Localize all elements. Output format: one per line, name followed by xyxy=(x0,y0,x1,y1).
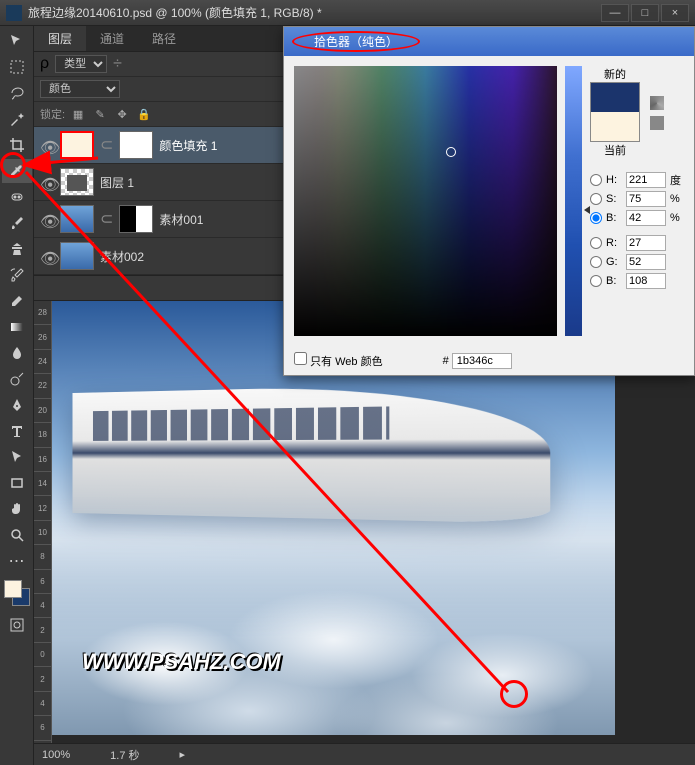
layer-thumbnail[interactable] xyxy=(60,205,94,233)
document-title: 旅程边缘20140610.psd @ 100% (颜色填充 1, RGB/8) … xyxy=(28,4,601,21)
color-field[interactable] xyxy=(294,66,557,336)
brush-tool[interactable] xyxy=(2,211,32,235)
current-color-label: 当前 xyxy=(590,142,640,158)
b-input[interactable] xyxy=(626,210,666,226)
hand-tool[interactable] xyxy=(2,497,32,521)
new-color-label: 新的 xyxy=(590,66,640,82)
bl-input[interactable] xyxy=(626,273,666,289)
s-radio[interactable] xyxy=(590,193,602,205)
tab-channels[interactable]: 通道 xyxy=(86,26,138,51)
dodge-tool[interactable] xyxy=(2,367,32,391)
watermark-text: WWW.PSAHZ.COM xyxy=(82,649,281,675)
tab-paths[interactable]: 路径 xyxy=(138,26,190,51)
eraser-tool[interactable] xyxy=(2,289,32,313)
web-only-checkbox-label[interactable]: 只有 Web 颜色 xyxy=(294,352,383,369)
move-tool[interactable] xyxy=(2,29,32,53)
foreground-color-swatch[interactable] xyxy=(4,580,22,598)
bl-radio[interactable] xyxy=(590,275,602,287)
layer-name[interactable]: 素材001 xyxy=(159,211,203,228)
blur-tool[interactable] xyxy=(2,341,32,365)
layer-thumbnail[interactable] xyxy=(60,242,94,270)
titlebar: 旅程边缘20140610.psd @ 100% (颜色填充 1, RGB/8) … xyxy=(0,0,695,26)
layer-thumbnail[interactable] xyxy=(60,131,94,159)
hue-slider[interactable] xyxy=(565,66,583,336)
web-only-checkbox[interactable] xyxy=(294,352,307,365)
zoom-level[interactable]: 100% xyxy=(42,749,70,761)
lasso-tool[interactable] xyxy=(2,81,32,105)
layer-mask-thumbnail[interactable] xyxy=(119,205,153,233)
gamut-warning-icon[interactable] xyxy=(650,96,664,110)
vertical-ruler: 28 26 24 22 20 18 16 14 12 10 8 6 4 2 0 … xyxy=(34,301,52,765)
ps-app-icon xyxy=(6,5,22,21)
pen-tool[interactable] xyxy=(2,393,32,417)
current-color-swatch[interactable] xyxy=(591,112,639,141)
g-radio[interactable] xyxy=(590,256,602,268)
eyedropper-tool[interactable] xyxy=(2,159,32,183)
hex-input[interactable] xyxy=(452,353,512,369)
quick-mask-button[interactable] xyxy=(2,613,32,637)
lock-pixels-icon[interactable]: ✎ xyxy=(91,105,109,123)
gradient-tool[interactable] xyxy=(2,315,32,339)
lock-label: 锁定: xyxy=(40,106,65,122)
maximize-button[interactable]: □ xyxy=(631,4,659,22)
layer-thumbnail[interactable] xyxy=(60,168,94,196)
crop-tool[interactable] xyxy=(2,133,32,157)
h-radio[interactable] xyxy=(590,174,602,186)
zoom-tool[interactable] xyxy=(2,523,32,547)
status-bar: 100% 1.7 秒 ▸ xyxy=(34,743,695,765)
websafe-warning-icon[interactable] xyxy=(650,116,664,130)
clone-stamp-tool[interactable] xyxy=(2,237,32,261)
lock-position-icon[interactable]: ✥ xyxy=(113,105,131,123)
color-swatches[interactable] xyxy=(4,580,30,606)
g-input[interactable] xyxy=(626,254,666,270)
hue-slider-thumb[interactable] xyxy=(584,206,590,214)
rectangle-tool[interactable] xyxy=(2,471,32,495)
new-color-swatch[interactable] xyxy=(591,83,639,112)
visibility-icon[interactable]: 👁 xyxy=(40,212,54,226)
visibility-icon[interactable]: 👁 xyxy=(40,175,54,189)
layer-mask-thumbnail[interactable] xyxy=(119,131,153,159)
s-input[interactable] xyxy=(626,191,666,207)
color-picker-titlebar[interactable]: 拾色器（纯色） xyxy=(284,27,694,56)
status-chevron-icon[interactable]: ▸ xyxy=(180,748,186,761)
spot-heal-tool[interactable] xyxy=(2,185,32,209)
marquee-tool[interactable] xyxy=(2,55,32,79)
color-value-inputs: H: 度 S: % B: % xyxy=(590,172,684,292)
b-radio[interactable] xyxy=(590,212,602,224)
visibility-icon[interactable]: 👁 xyxy=(40,138,54,152)
r-radio[interactable] xyxy=(590,237,602,249)
type-tool[interactable] xyxy=(2,419,32,443)
layer-kind-filter[interactable]: 类型 xyxy=(55,55,107,73)
window-controls: — □ × xyxy=(601,4,689,22)
tab-layers[interactable]: 图层 xyxy=(34,26,86,51)
layer-name[interactable]: 颜色填充 1 xyxy=(159,137,217,154)
color-picker-title: 拾色器（纯色） xyxy=(292,31,420,52)
layer-name[interactable]: 素材002 xyxy=(100,248,144,265)
tools-toolbar: ⋯ xyxy=(0,26,34,765)
color-picker-dialog[interactable]: 拾色器（纯色） 新的 当前 xyxy=(283,26,695,376)
blend-mode-select[interactable]: 颜色 xyxy=(40,80,120,98)
layer-name[interactable]: 图层 1 xyxy=(100,174,134,191)
h-input[interactable] xyxy=(626,172,666,188)
history-brush-tool[interactable] xyxy=(2,263,32,287)
magic-wand-tool[interactable] xyxy=(2,107,32,131)
path-select-tool[interactable] xyxy=(2,445,32,469)
timing-info: 1.7 秒 xyxy=(110,747,139,763)
hex-prefix: # xyxy=(443,355,449,367)
r-input[interactable] xyxy=(626,235,666,251)
lock-all-icon[interactable]: 🔒 xyxy=(135,105,153,123)
lock-transparency-icon[interactable]: ▦ xyxy=(69,105,87,123)
minimize-button[interactable]: — xyxy=(601,4,629,22)
edit-toolbar-button[interactable]: ⋯ xyxy=(2,549,32,573)
close-button[interactable]: × xyxy=(661,4,689,22)
color-preview xyxy=(590,82,640,142)
visibility-icon[interactable]: 👁 xyxy=(40,249,54,263)
